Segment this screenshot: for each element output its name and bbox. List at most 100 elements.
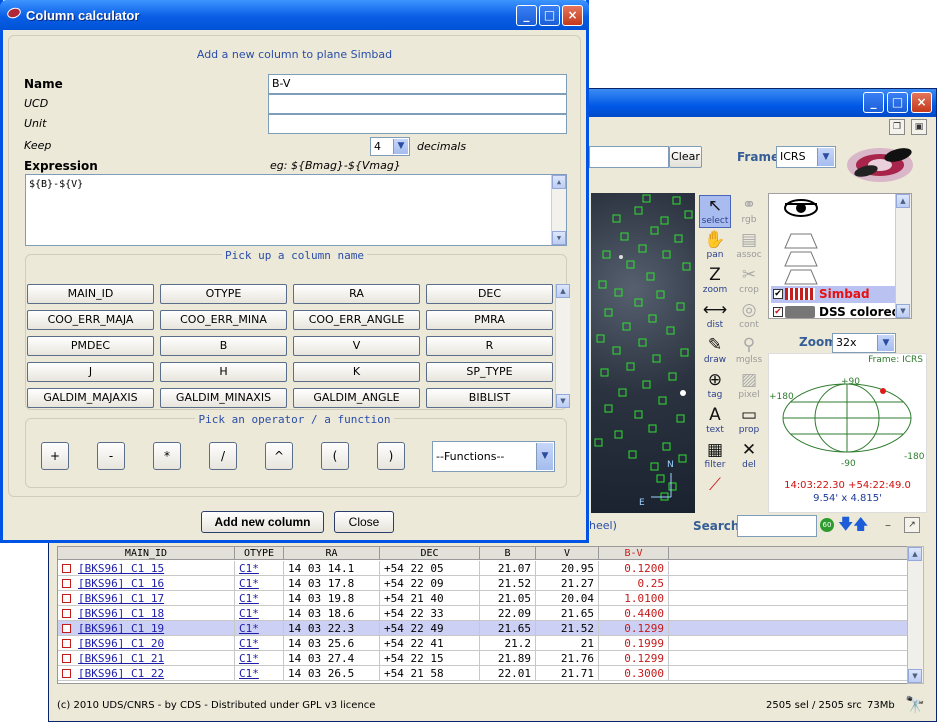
column-button-dec[interactable]: DEC [426,284,553,304]
tool-mglss[interactable]: ⚲ mglss [733,335,765,368]
tool-zoom[interactable]: Zzoom [699,265,731,298]
column-button-b[interactable]: B [160,336,287,356]
chevron-down-icon[interactable]: ▼ [393,139,408,154]
column-button-h[interactable]: H [160,362,287,382]
target-input[interactable] [589,146,669,168]
cell-otype[interactable]: C1* [235,621,284,636]
column-button-coo-err-angle[interactable]: COO_ERR_ANGLE [293,310,420,330]
scroll-down-icon[interactable]: ▼ [556,394,570,408]
close-icon[interactable]: × [911,92,932,113]
cell-id[interactable]: [BKS96] C1 16 [74,576,235,591]
ucd-field[interactable] [268,94,567,114]
column-button-galdim-minaxis[interactable]: GALDIM_MINAXIS [160,388,287,408]
row-marker-icon[interactable] [62,639,71,648]
cell-otype[interactable]: C1* [235,591,284,606]
functions-select[interactable]: --Functions-- ▼ [432,441,555,472]
table-scrollbar[interactable]: ▲ ▼ [907,546,924,684]
location-panel[interactable]: Frame: ICRS +90 -90 +180 -180 14:03:22.3… [768,353,927,513]
search-go-icon[interactable]: 60 [820,518,834,532]
cell-id[interactable]: [BKS96] C1 18 [74,606,235,621]
tool-cont[interactable]: ◎ cont [733,300,765,333]
telescope-icon[interactable]: 🔭 [905,695,925,714]
row-marker-icon[interactable] [62,594,71,603]
column-button-sp-type[interactable]: SP_TYPE [426,362,553,382]
column-button-j[interactable]: J [27,362,154,382]
scroll-up-icon[interactable]: ▲ [556,284,570,298]
plane-scrollbar[interactable]: ▲ ▼ [895,194,911,318]
tool-draw[interactable]: ✎ draw [699,335,731,368]
expression-scrollbar[interactable]: ▲ ▼ [551,175,566,245]
name-field[interactable]: B-V [268,74,567,94]
zoom-select[interactable]: 32x ▼ [832,333,896,353]
column-button-galdim-majaxis[interactable]: GALDIM_MAJAXIS [27,388,154,408]
frame-select[interactable]: ICRS ▼ [776,146,836,168]
column-button-r[interactable]: R [426,336,553,356]
tool-prop[interactable]: ▭ prop [733,405,765,438]
chevron-down-icon[interactable]: ▼ [536,443,553,470]
cell-id[interactable]: [BKS96] C1 22 [74,666,235,681]
clear-button[interactable]: Clear [669,146,702,168]
tool-pixel[interactable]: ▨ pixel [733,370,765,403]
row-marker-icon[interactable] [62,609,71,618]
table-row[interactable]: [BKS96] C1 20 C1* 14 03 25.6 +54 22 41 21.2 2… [58,636,910,651]
table-row[interactable]: [BKS96] C1 18 C1* 14 03 18.6 +54 22 33 22.09… [58,606,910,621]
column-button-k[interactable]: K [293,362,420,382]
column-button-otype[interactable]: OTYPE [160,284,287,304]
column-button-main-id[interactable]: MAIN_ID [27,284,154,304]
plane-simbad[interactable]: ✔ Simbad [771,286,909,303]
operator-plus-button[interactable]: + [41,442,69,470]
chevron-down-icon[interactable]: ▼ [877,335,894,351]
detach-panel-icon[interactable]: ↗ [904,517,920,533]
column-button-v[interactable]: V [293,336,420,356]
tool-text[interactable]: Atext [699,405,731,438]
cell-id[interactable]: [BKS96] C1 21 [74,651,235,666]
measurement-table[interactable]: MAIN_ID OTYPE RA DEC B V B-V [BKS96] C1 15 C1* 1… [57,546,911,684]
row-marker-icon[interactable] [62,669,71,678]
plane-dss-checkbox[interactable]: ✔ [773,307,783,317]
scroll-up-icon[interactable]: ▲ [896,194,910,208]
table-row[interactable]: [BKS96] C1 16 C1* 14 03 17.8 +54 22 09 21.52… [58,576,910,591]
cell-id[interactable]: [BKS96] C1 15 [74,561,235,576]
sky-view[interactable]: N E [591,193,695,513]
cell-otype[interactable]: C1* [235,651,284,666]
row-marker-icon[interactable] [62,564,71,573]
minimize-icon[interactable]: _ [863,92,884,113]
tool-pan[interactable]: ✋ pan [699,230,731,263]
table-row[interactable]: [BKS96] C1 15 C1* 14 03 14.1 +54 22 05 21.07… [58,561,910,576]
fullscreen-icon[interactable]: ▣ [911,119,927,135]
tool-del[interactable]: ✕ del [733,440,765,473]
column-button-coo-err-mina[interactable]: COO_ERR_MINA [160,310,287,330]
column-header-dec[interactable]: DEC [380,547,480,560]
column-button-ra[interactable]: RA [293,284,420,304]
scroll-up-icon[interactable]: ▲ [552,175,566,189]
maximize-icon[interactable]: □ [539,5,560,26]
keep-decimals-select[interactable]: 4 ▼ [370,137,410,156]
column-header-main-id[interactable]: MAIN_ID [58,547,235,560]
search-input[interactable] [737,515,817,537]
column-button-biblist[interactable]: BIBLIST [426,388,553,408]
cell-otype[interactable]: C1* [235,666,284,681]
table-row[interactable]: [BKS96] C1 22 C1* 14 03 26.5 +54 21 58 22.01… [58,666,910,681]
column-button-pmdec[interactable]: PMDEC [27,336,154,356]
cell-id[interactable]: [BKS96] C1 20 [74,636,235,651]
column-header-otype[interactable]: OTYPE [235,547,284,560]
maximize-icon[interactable]: □ [887,92,908,113]
scroll-down-icon[interactable]: ▼ [896,304,910,318]
column-header-ra[interactable]: RA [284,547,380,560]
scroll-down-icon[interactable]: ▼ [908,669,922,683]
tool-xmatch[interactable]: ⟋ [699,475,731,508]
operator-close-paren-button[interactable]: ) [377,442,405,470]
table-row[interactable]: [BKS96] C1 21 C1* 14 03 27.4 +54 22 15 21.89… [58,651,910,666]
tool-select[interactable]: ↖ select [699,195,731,228]
scroll-up-icon[interactable]: ▲ [908,547,922,561]
tool-dist[interactable]: ⟷ dist [699,300,731,333]
column-header-v[interactable]: V [536,547,599,560]
unit-field[interactable] [268,114,567,134]
minimize-icon[interactable]: _ [516,5,537,26]
plane-stack[interactable]: ✔ Simbad ✔ DSS colored ▲ ▼ [768,193,912,319]
tool-rgb[interactable]: ⚭ rgb [733,195,765,228]
tool-assoc[interactable]: ▤ assoc [733,230,765,263]
cell-id[interactable]: [BKS96] C1 17 [74,591,235,606]
cell-otype[interactable]: C1* [235,606,284,621]
add-column-button[interactable]: Add new column [201,511,324,533]
